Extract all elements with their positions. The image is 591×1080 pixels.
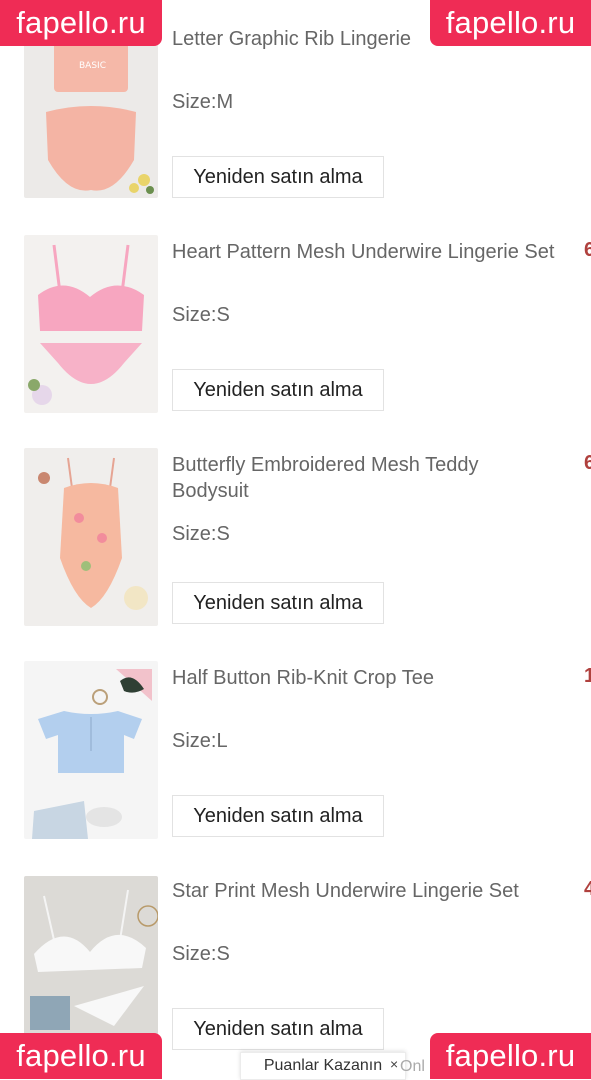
item-title[interactable]: Half Button Rib-Knit Crop Tee [172,665,582,691]
earn-points-bar[interactable]: Puanlar Kazanın [240,1052,406,1080]
rebuy-button[interactable]: Yeniden satın alma [172,795,384,837]
order-item: Heart Pattern Mesh Underwire Lingerie Se… [0,213,591,413]
earn-points-label: Puanlar Kazanın [263,1057,383,1074]
points-bar-extra-text: Onl [400,1058,425,1075]
watermark-logo: fapello.ru [0,1033,162,1079]
product-image [24,448,158,626]
pink-lingerie-set-image[interactable]: BASIC [24,20,158,198]
rebuy-button[interactable]: Yeniden satın alma [172,1008,384,1050]
floral-bodysuit-image[interactable] [24,448,158,626]
pink-mesh-lingerie-image[interactable] [24,235,158,413]
rebuy-button[interactable]: Yeniden satın alma [172,156,384,198]
svg-text:BASIC: BASIC [79,61,106,71]
product-image [24,876,158,1054]
close-icon[interactable]: × [390,1056,398,1072]
rebuy-button[interactable]: Yeniden satın alma [172,369,384,411]
rebuy-button[interactable]: Yeniden satın alma [172,582,384,624]
item-title[interactable]: Star Print Mesh Underwire Lingerie Set [172,878,582,904]
order-item: Butterfly Embroidered Mesh Teddy Bodysui… [0,426,591,626]
watermark-logo: fapello.ru [430,1033,591,1079]
item-size: Size:S [172,304,230,326]
item-size: Size:S [172,523,230,545]
watermark-logo: fapello.ru [430,0,591,46]
product-image [24,235,158,413]
price-fragment: 6 [584,239,591,261]
item-title[interactable]: Heart Pattern Mesh Underwire Lingerie Se… [172,239,582,265]
product-image: BASIC [24,20,158,198]
item-size: Size:M [172,91,234,113]
watermark-logo: fapello.ru [0,0,162,46]
white-lace-lingerie-image[interactable] [24,876,158,1054]
order-item: Half Button Rib-Knit Crop Tee 1 Size:L Y… [0,639,591,839]
item-size: Size:S [172,943,230,965]
price-fragment: 6 [584,452,591,474]
blue-crop-tee-image[interactable] [24,661,158,839]
order-item: Star Print Mesh Underwire Lingerie Set 4… [0,852,591,1054]
item-title[interactable]: Butterfly Embroidered Mesh Teddy Bodysui… [172,452,552,504]
price-fragment: 4 [584,878,591,900]
price-fragment: 1 [584,665,591,687]
product-image [24,661,158,839]
item-size: Size:L [172,730,228,752]
